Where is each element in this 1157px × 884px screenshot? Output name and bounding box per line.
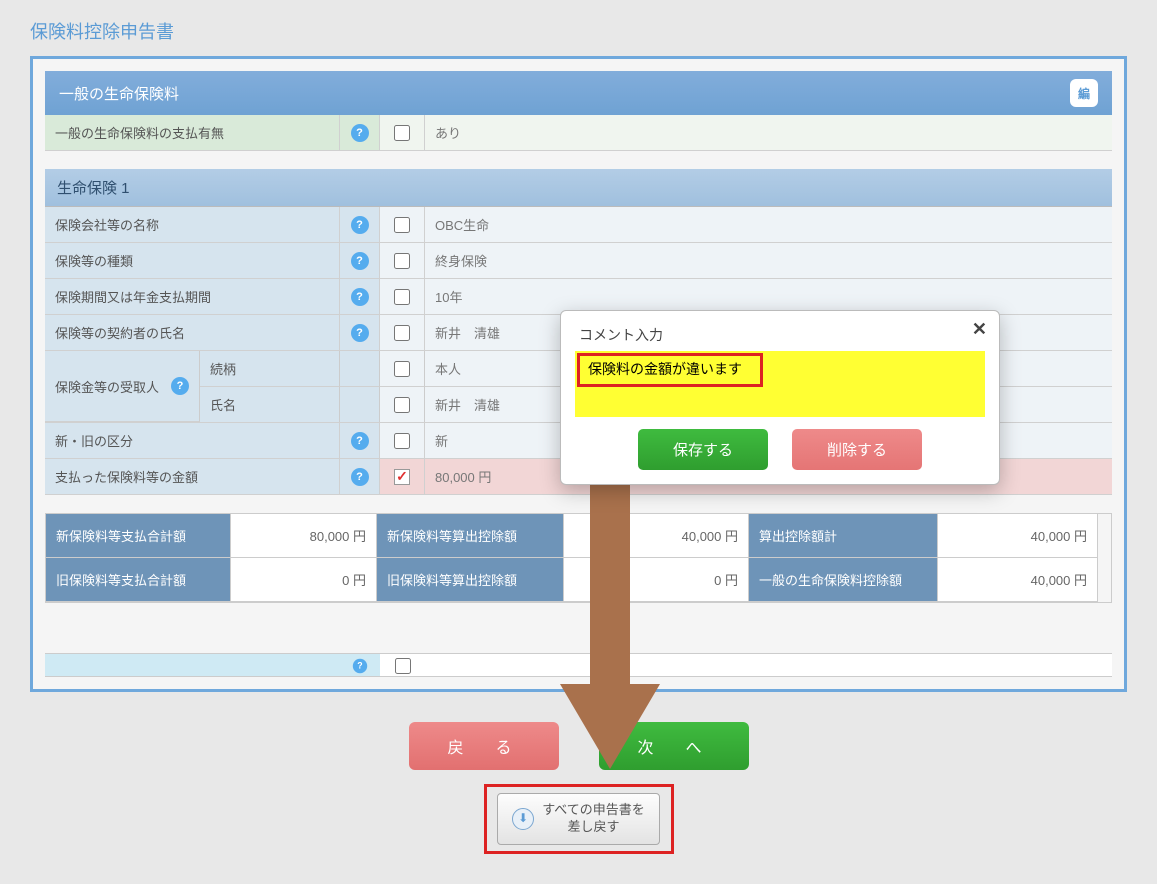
summary-v: 40,000 円 [564, 514, 749, 558]
amount-label: 支払った保険料等の金額 [45, 459, 340, 494]
popup-title: コメント入力 [575, 325, 985, 345]
company-value: OBC生命 [425, 207, 1112, 242]
help-icon[interactable]: ? [171, 377, 189, 395]
section-title: 一般の生命保険料 [59, 83, 179, 104]
help-icon[interactable]: ? [351, 288, 369, 306]
help-icon[interactable]: ? [351, 468, 369, 486]
row-checkbox[interactable] [394, 325, 410, 341]
summary-h: 新保険料等支払合計額 [46, 514, 231, 558]
row-payment-presence-value: あり [425, 115, 1112, 150]
truncated-row: ? [45, 653, 1112, 677]
back-button[interactable]: 戻 る [409, 722, 559, 770]
row-checkbox-checked[interactable]: ✓ [394, 469, 410, 485]
row-checkbox[interactable] [394, 253, 410, 269]
row-checkbox[interactable] [394, 361, 410, 377]
payee-main-label: 保険金等の受取人 ? [45, 351, 200, 422]
type-value: 終身保険 [425, 243, 1112, 278]
section-general-life-header: 一般の生命保険料 編 [45, 71, 1112, 115]
close-icon[interactable]: ✕ [972, 319, 987, 340]
help-icon[interactable]: ? [353, 658, 367, 672]
help-icon[interactable]: ? [351, 432, 369, 450]
period-label: 保険期間又は年金支払期間 [45, 279, 340, 314]
summary-h: 旧保険料等支払合計額 [46, 558, 231, 602]
type-label: 保険等の種類 [45, 243, 340, 278]
summary-v: 0 円 [231, 558, 377, 602]
summary-v: 0 円 [564, 558, 749, 602]
return-all-highlight: ⬇ すべての申告書を 差し戻す [484, 784, 674, 854]
nav-row: 戻 る 次 へ [0, 722, 1157, 770]
summary-h: 算出控除額計 [749, 514, 938, 558]
delete-button[interactable]: 削除する [792, 429, 922, 470]
download-icon: ⬇ [512, 808, 534, 830]
row-checkbox[interactable] [394, 397, 410, 413]
company-label: 保険会社等の名称 [45, 207, 340, 242]
payee-rel-label: 続柄 [200, 351, 340, 387]
help-icon[interactable]: ? [351, 216, 369, 234]
return-all-button[interactable]: ⬇ すべての申告書を 差し戻す [497, 793, 660, 845]
payee-name-label: 氏名 [200, 387, 340, 422]
summary-h: 新保険料等算出控除額 [377, 514, 564, 558]
comment-input[interactable] [580, 356, 760, 384]
checkbox-cell [380, 115, 425, 150]
division-label: 新・旧の区分 [45, 423, 340, 458]
help-icon[interactable]: ? [351, 324, 369, 342]
page-title: 保険料控除申告書 [0, 0, 1157, 56]
edit-icon[interactable]: 編 [1070, 79, 1098, 107]
summary-h: 一般の生命保険料控除額 [749, 558, 938, 602]
return-all-label: すべての申告書を 差し戻す [542, 802, 645, 836]
row-payment-presence-label: 一般の生命保険料の支払有無 [45, 115, 340, 150]
summary-table: 新保険料等支払合計額 80,000 円 新保険料等算出控除額 40,000 円 … [45, 513, 1112, 603]
row-checkbox[interactable] [395, 658, 411, 674]
summary-h: 旧保険料等算出控除額 [377, 558, 564, 602]
save-button[interactable]: 保存する [638, 429, 768, 470]
row-checkbox[interactable] [394, 289, 410, 305]
row-checkbox[interactable] [394, 125, 410, 141]
sub-header-life1: 生命保険 1 [45, 169, 1112, 207]
help-icon[interactable]: ? [351, 124, 369, 142]
period-value: 10年 [425, 279, 1112, 314]
contractor-label: 保険等の契約者の氏名 [45, 315, 340, 350]
summary-v: 40,000 円 [938, 558, 1098, 602]
summary-v: 40,000 円 [938, 514, 1098, 558]
comment-popup: ✕ コメント入力 保存する 削除する [560, 310, 1000, 485]
row-checkbox[interactable] [394, 433, 410, 449]
row-checkbox[interactable] [394, 217, 410, 233]
summary-v: 80,000 円 [231, 514, 377, 558]
help-icon[interactable]: ? [351, 252, 369, 270]
next-button[interactable]: 次 へ [599, 722, 749, 770]
help-cell: ? [340, 115, 380, 150]
